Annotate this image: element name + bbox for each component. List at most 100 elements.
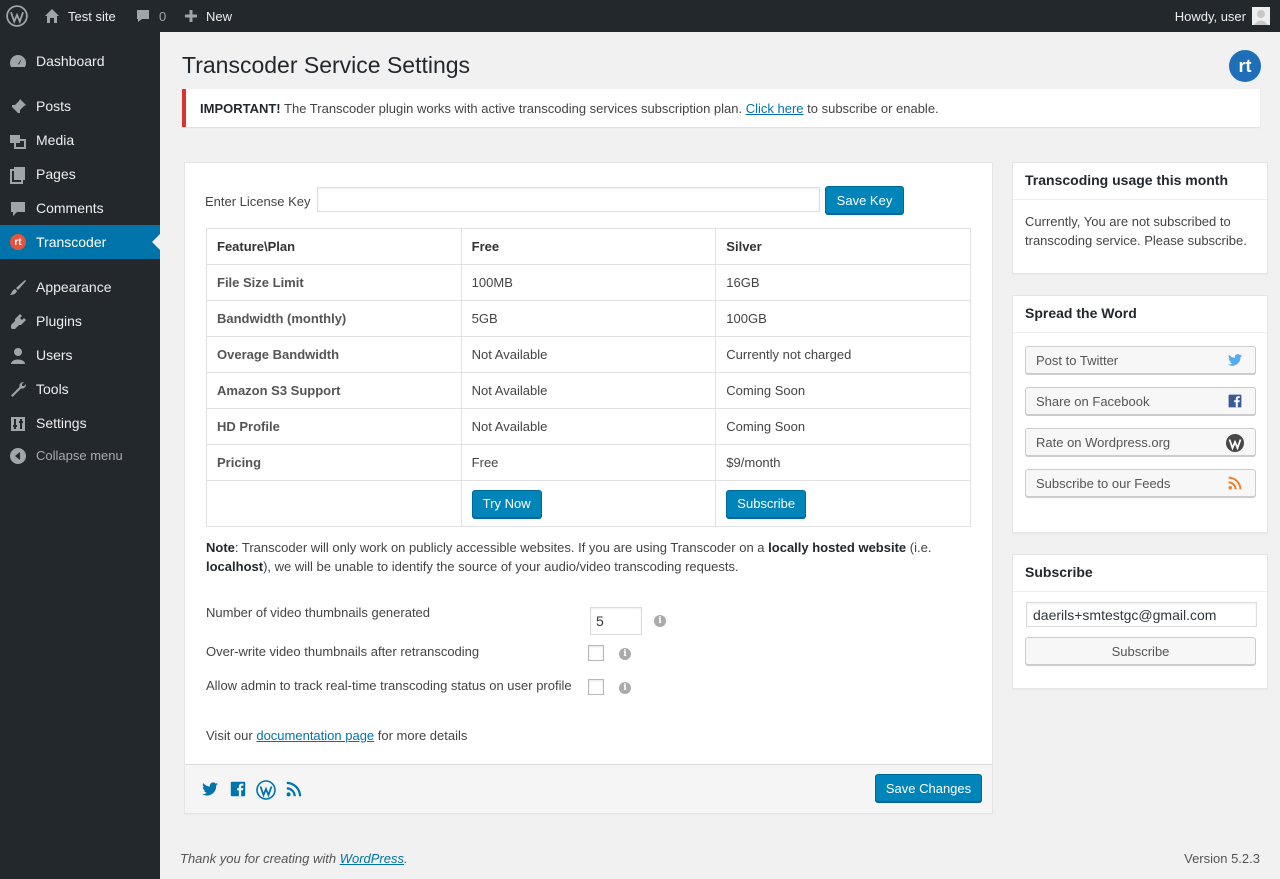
thumbnails-count-input[interactable] <box>590 607 642 635</box>
wordpress-link[interactable]: WordPress <box>340 851 404 866</box>
sidebar-item-transcoder[interactable]: rt Transcoder <box>0 225 160 259</box>
sidebar-item-label: Posts <box>36 98 72 114</box>
subscribe-email-input[interactable] <box>1026 602 1257 627</box>
wordpress-icon[interactable] <box>256 780 276 800</box>
rss-icon <box>1227 475 1243 491</box>
widget-divider <box>1013 332 1267 333</box>
user-icon <box>8 346 28 366</box>
footer-version: Version 5.2.3 <box>1184 851 1260 866</box>
sidebar-item-label: Transcoder <box>36 234 107 250</box>
table-action-row: Try Now Subscribe <box>206 480 971 527</box>
sidebar-item-dashboard[interactable]: Dashboard <box>0 44 160 78</box>
settings-icon <box>8 414 28 434</box>
comment-icon <box>8 199 28 219</box>
subscribe-newsletter-button[interactable]: Subscribe <box>1025 637 1256 665</box>
share-label: Share on Facebook <box>1036 393 1150 409</box>
subscribe-silver-button[interactable]: Subscribe <box>726 489 807 518</box>
table-row: Bandwidth (monthly) 5GB 100GB <box>206 300 971 337</box>
try-now-button[interactable]: Try Now <box>471 489 542 518</box>
notice-click-here-link[interactable]: Click here <box>746 101 804 116</box>
info-icon[interactable]: i <box>619 648 631 660</box>
widget-title: Transcoding usage this month <box>1025 172 1229 188</box>
note-bold: localhost <box>206 559 264 574</box>
overwrite-thumbnails-label: Over-write video thumbnails after retran… <box>206 644 480 659</box>
new-label: New <box>206 8 233 24</box>
wrench-icon <box>8 380 28 400</box>
table-cell-free: Not Available <box>460 372 717 409</box>
documentation-link[interactable]: documentation page <box>256 728 374 743</box>
sidebar-item-appearance[interactable]: Appearance <box>0 270 160 304</box>
table-row: File Size Limit 100MB 16GB <box>206 264 971 301</box>
admin-sidebar: Dashboard Posts Media Pages Comments rt … <box>0 32 160 879</box>
note-label: Note <box>206 540 235 555</box>
new-content-link[interactable]: New <box>184 0 232 32</box>
table-row-feature: HD Profile <box>206 408 462 445</box>
spread-the-word-widget: Spread the Word Post to Twitter Share on… <box>1012 295 1268 533</box>
table-row-feature: Bandwidth (monthly) <box>206 300 462 337</box>
rt-icon: rt <box>10 234 26 250</box>
facebook-icon <box>1227 393 1243 409</box>
table-cell-free: 100MB <box>460 264 717 301</box>
share-label: Post to Twitter <box>1036 352 1119 368</box>
facebook-icon[interactable] <box>229 780 247 798</box>
table-header-cell: Free <box>460 228 717 265</box>
plug-icon <box>8 312 28 332</box>
comments-link[interactable]: 0 <box>135 0 166 32</box>
doc-text: for more details <box>374 728 468 743</box>
share-label: Rate on Wordpress.org <box>1036 434 1171 450</box>
collapse-menu-button[interactable]: Collapse menu <box>0 438 160 472</box>
sidebar-item-settings[interactable]: Settings <box>0 406 160 440</box>
comments-count: 0 <box>159 8 167 24</box>
track-status-label: Allow admin to track real-time transcodi… <box>206 678 572 693</box>
sidebar-item-comments[interactable]: Comments <box>0 191 160 225</box>
localhost-note: Note: Transcoder will only work on publi… <box>206 538 966 576</box>
sidebar-item-label: Dashboard <box>36 53 105 69</box>
media-icon <box>8 131 28 151</box>
license-key-input[interactable] <box>317 187 820 212</box>
footer-thanks: Thank you for creating with WordPress. <box>180 851 408 866</box>
widget-divider <box>1013 591 1267 592</box>
brush-icon <box>8 278 28 298</box>
save-changes-button[interactable]: Save Changes <box>875 774 982 802</box>
track-status-checkbox[interactable] <box>588 679 604 695</box>
rtcamp-logo: rt <box>1229 50 1261 82</box>
sidebar-item-plugins[interactable]: Plugins <box>0 304 160 338</box>
table-row: HD Profile Not Available Coming Soon <box>206 408 971 445</box>
save-key-button[interactable]: Save Key <box>825 186 904 214</box>
table-row-feature: Overage Bandwidth <box>206 336 462 373</box>
documentation-line: Visit our documentation page for more de… <box>206 728 467 743</box>
info-icon[interactable]: i <box>654 615 666 627</box>
plus-icon <box>184 9 198 23</box>
table-cell-silver: $9/month <box>715 444 971 481</box>
rss-icon[interactable] <box>285 780 303 798</box>
sidebar-item-posts[interactable]: Posts <box>0 89 160 123</box>
table-cell-silver: 16GB <box>715 264 971 301</box>
sidebar-item-label: Comments <box>36 200 104 216</box>
table-row-feature: Amazon S3 Support <box>206 372 462 409</box>
table-cell-free: Not Available <box>460 336 717 373</box>
info-icon[interactable]: i <box>619 682 631 694</box>
footer-dot: . <box>404 851 408 866</box>
overwrite-thumbnails-checkbox[interactable] <box>588 645 604 661</box>
sidebar-item-label: Users <box>36 347 73 363</box>
twitter-icon[interactable] <box>201 780 219 798</box>
sidebar-item-label: Media <box>36 132 75 148</box>
rate-on-wordpress-button[interactable]: Rate on Wordpress.org <box>1025 428 1256 456</box>
subscribe-feeds-button[interactable]: Subscribe to our Feeds <box>1025 469 1256 497</box>
sidebar-item-pages[interactable]: Pages <box>0 157 160 191</box>
share-on-facebook-button[interactable]: Share on Facebook <box>1025 387 1256 415</box>
sidebar-item-users[interactable]: Users <box>0 338 160 372</box>
sidebar-item-media[interactable]: Media <box>0 123 160 157</box>
subscribe-widget: Subscribe Subscribe <box>1012 554 1268 689</box>
site-name-link[interactable]: Test site <box>44 0 116 32</box>
wordpress-logo-icon[interactable] <box>6 0 28 32</box>
post-to-twitter-button[interactable]: Post to Twitter <box>1025 346 1256 374</box>
note-text: ), we will be unable to identify the sou… <box>263 559 739 574</box>
settings-footer-bar: Save Changes <box>185 764 992 813</box>
table-row: Pricing Free $9/month <box>206 444 971 481</box>
sidebar-item-tools[interactable]: Tools <box>0 372 160 406</box>
doc-text: Visit our <box>206 728 257 743</box>
my-account-link[interactable]: Howdy, user <box>1175 0 1270 32</box>
wordpress-icon <box>1225 433 1245 453</box>
widget-title: Spread the Word <box>1025 305 1137 321</box>
